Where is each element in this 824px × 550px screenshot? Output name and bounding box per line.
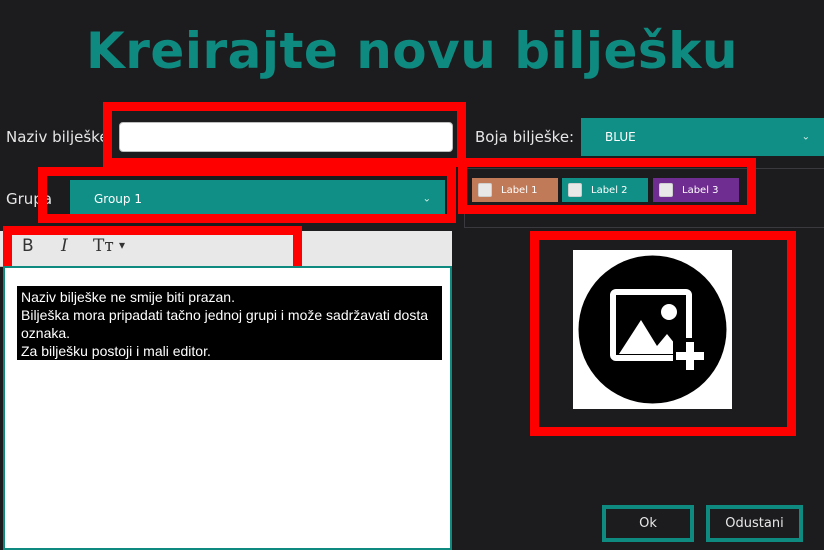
image-picker[interactable] [573,250,732,409]
group-highlight [38,167,456,223]
cancel-button[interactable]: Odustani [706,505,803,542]
ok-button[interactable]: Ok [602,505,694,542]
editor-line: Za bilješku postoji i mali editor. [21,343,211,359]
editor-line: Bilješki se može dodati i slika [21,361,203,377]
labels-highlight [458,158,756,214]
name-label: Naziv bilješke: [6,128,114,146]
color-select-value: BLUE [605,130,636,144]
dialog-title: Kreirajte novu bilješku [86,22,738,80]
color-label: Boja bilješke: [475,128,575,146]
labels-divider-bottom [464,227,824,228]
chevron-down-icon: ⌄ [801,131,810,143]
color-select[interactable]: BLUE ⌄ [581,118,824,156]
editor-line: Bilješka mora pripadati tačno jednoj gru… [21,307,428,341]
editor-line: Naziv bilješke ne smije biti prazan. [21,289,235,305]
name-input[interactable] [119,122,453,152]
add-image-icon [578,255,727,404]
editor-content[interactable]: Naziv bilješke ne smije biti prazan. Bil… [17,286,442,377]
